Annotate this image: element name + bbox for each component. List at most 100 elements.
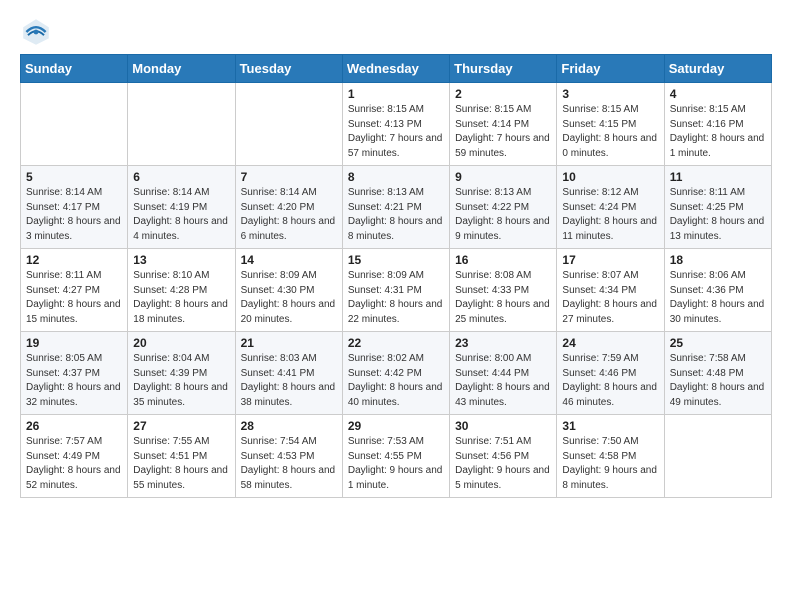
day-cell: 18 Sunrise: 8:06 AM Sunset: 4:36 PM Dayli… (664, 249, 771, 332)
day-number: 1 (348, 87, 444, 101)
day-number: 20 (133, 336, 229, 350)
weekday-tuesday: Tuesday (235, 55, 342, 83)
day-info: Sunrise: 8:00 AM Sunset: 4:44 PM Dayligh… (455, 352, 551, 410)
day-cell: 22 Sunrise: 8:02 AM Sunset: 4:42 PM Dayli… (342, 332, 449, 415)
day-cell: 23Sunrise: 8:00 AM Sunset: 4:44 PM Dayli… (450, 332, 557, 415)
day-number: 11 (670, 170, 766, 184)
day-number: 5 (26, 170, 122, 184)
day-cell: 25 Sunrise: 7:58 AM Sunset: 4:48 PM Dayli… (664, 332, 771, 415)
day-cell: 5 Sunrise: 8:14 AM Sunset: 4:17 PM Daylig… (21, 166, 128, 249)
day-number: 31 (562, 419, 658, 433)
day-number: 2 (455, 87, 551, 101)
day-cell: 10 Sunrise: 8:12 AM Sunset: 4:24 PM Dayli… (557, 166, 664, 249)
day-info: Sunrise: 8:04 AM Sunset: 4:39 PM Dayligh… (133, 352, 229, 410)
day-info: Sunrise: 8:09 AM Sunset: 4:30 PM Dayligh… (241, 269, 337, 327)
day-cell: 20 Sunrise: 8:04 AM Sunset: 4:39 PM Dayli… (128, 332, 235, 415)
day-cell: 9Sunrise: 8:13 AM Sunset: 4:22 PM Daylig… (450, 166, 557, 249)
day-number: 15 (348, 253, 444, 267)
day-number: 10 (562, 170, 658, 184)
day-number: 8 (348, 170, 444, 184)
day-cell (235, 83, 342, 166)
day-number: 22 (348, 336, 444, 350)
day-info: Sunrise: 8:15 AM Sunset: 4:15 PM Dayligh… (562, 103, 658, 161)
weekday-saturday: Saturday (664, 55, 771, 83)
day-info: Sunrise: 8:07 AM Sunset: 4:34 PM Dayligh… (562, 269, 658, 327)
day-info: Sunrise: 8:06 AM Sunset: 4:36 PM Dayligh… (670, 269, 766, 327)
day-cell: 21 Sunrise: 8:03 AM Sunset: 4:41 PM Dayli… (235, 332, 342, 415)
day-cell: 19 Sunrise: 8:05 AM Sunset: 4:37 PM Dayli… (21, 332, 128, 415)
day-cell: 31 Sunrise: 7:50 AM Sunset: 4:58 PM Dayli… (557, 415, 664, 498)
day-number: 19 (26, 336, 122, 350)
calendar-table: SundayMondayTuesdayWednesdayThursdayFrid… (20, 54, 772, 498)
day-number: 21 (241, 336, 337, 350)
day-cell: 3Sunrise: 8:15 AM Sunset: 4:15 PM Daylig… (557, 83, 664, 166)
day-number: 7 (241, 170, 337, 184)
day-info: Sunrise: 8:11 AM Sunset: 4:27 PM Dayligh… (26, 269, 122, 327)
day-info: Sunrise: 8:10 AM Sunset: 4:28 PM Dayligh… (133, 269, 229, 327)
weekday-thursday: Thursday (450, 55, 557, 83)
day-number: 17 (562, 253, 658, 267)
weekday-header-row: SundayMondayTuesdayWednesdayThursdayFrid… (21, 55, 772, 83)
day-cell: 8 Sunrise: 8:13 AM Sunset: 4:21 PM Daylig… (342, 166, 449, 249)
day-cell: 29Sunrise: 7:53 AM Sunset: 4:55 PM Dayli… (342, 415, 449, 498)
day-cell: 4 Sunrise: 8:15 AM Sunset: 4:16 PM Daylig… (664, 83, 771, 166)
day-number: 28 (241, 419, 337, 433)
day-number: 18 (670, 253, 766, 267)
day-number: 16 (455, 253, 551, 267)
day-cell: 13 Sunrise: 8:10 AM Sunset: 4:28 PM Dayli… (128, 249, 235, 332)
day-info: Sunrise: 8:05 AM Sunset: 4:37 PM Dayligh… (26, 352, 122, 410)
day-info: Sunrise: 8:08 AM Sunset: 4:33 PM Dayligh… (455, 269, 551, 327)
header (20, 16, 772, 48)
day-cell: 14 Sunrise: 8:09 AM Sunset: 4:30 PM Dayli… (235, 249, 342, 332)
day-number: 26 (26, 419, 122, 433)
day-number: 4 (670, 87, 766, 101)
day-cell: 24 Sunrise: 7:59 AM Sunset: 4:46 PM Dayli… (557, 332, 664, 415)
page: SundayMondayTuesdayWednesdayThursdayFrid… (0, 0, 792, 518)
weekday-wednesday: Wednesday (342, 55, 449, 83)
day-info: Sunrise: 7:54 AM Sunset: 4:53 PM Dayligh… (241, 435, 337, 493)
day-info: Sunrise: 7:50 AM Sunset: 4:58 PM Dayligh… (562, 435, 658, 493)
day-cell: 7 Sunrise: 8:14 AM Sunset: 4:20 PM Daylig… (235, 166, 342, 249)
logo-icon (20, 16, 52, 48)
day-info: Sunrise: 7:57 AM Sunset: 4:49 PM Dayligh… (26, 435, 122, 493)
day-cell: 6Sunrise: 8:14 AM Sunset: 4:19 PM Daylig… (128, 166, 235, 249)
day-number: 27 (133, 419, 229, 433)
week-row-1: 1 Sunrise: 8:15 AM Sunset: 4:13 PM Daylig… (21, 83, 772, 166)
day-cell: 12 Sunrise: 8:11 AM Sunset: 4:27 PM Dayli… (21, 249, 128, 332)
day-info: Sunrise: 8:12 AM Sunset: 4:24 PM Dayligh… (562, 186, 658, 244)
day-info: Sunrise: 7:55 AM Sunset: 4:51 PM Dayligh… (133, 435, 229, 493)
day-info: Sunrise: 8:15 AM Sunset: 4:16 PM Dayligh… (670, 103, 766, 161)
day-info: Sunrise: 7:59 AM Sunset: 4:46 PM Dayligh… (562, 352, 658, 410)
weekday-friday: Friday (557, 55, 664, 83)
day-cell: 15 Sunrise: 8:09 AM Sunset: 4:31 PM Dayli… (342, 249, 449, 332)
day-cell (128, 83, 235, 166)
day-cell: 27 Sunrise: 7:55 AM Sunset: 4:51 PM Dayli… (128, 415, 235, 498)
day-cell: 28 Sunrise: 7:54 AM Sunset: 4:53 PM Dayli… (235, 415, 342, 498)
day-number: 30 (455, 419, 551, 433)
day-number: 6 (133, 170, 229, 184)
day-cell: 26 Sunrise: 7:57 AM Sunset: 4:49 PM Dayli… (21, 415, 128, 498)
day-info: Sunrise: 7:58 AM Sunset: 4:48 PM Dayligh… (670, 352, 766, 410)
day-number: 24 (562, 336, 658, 350)
day-info: Sunrise: 8:11 AM Sunset: 4:25 PM Dayligh… (670, 186, 766, 244)
day-info: Sunrise: 8:15 AM Sunset: 4:14 PM Dayligh… (455, 103, 551, 161)
day-number: 9 (455, 170, 551, 184)
week-row-3: 12 Sunrise: 8:11 AM Sunset: 4:27 PM Dayli… (21, 249, 772, 332)
day-number: 12 (26, 253, 122, 267)
day-number: 25 (670, 336, 766, 350)
day-info: Sunrise: 8:14 AM Sunset: 4:17 PM Dayligh… (26, 186, 122, 244)
logo-area (20, 16, 56, 48)
week-row-5: 26 Sunrise: 7:57 AM Sunset: 4:49 PM Dayli… (21, 415, 772, 498)
day-info: Sunrise: 8:02 AM Sunset: 4:42 PM Dayligh… (348, 352, 444, 410)
day-cell: 17 Sunrise: 8:07 AM Sunset: 4:34 PM Dayli… (557, 249, 664, 332)
day-info: Sunrise: 8:13 AM Sunset: 4:21 PM Dayligh… (348, 186, 444, 244)
day-info: Sunrise: 8:03 AM Sunset: 4:41 PM Dayligh… (241, 352, 337, 410)
day-info: Sunrise: 8:09 AM Sunset: 4:31 PM Dayligh… (348, 269, 444, 327)
day-info: Sunrise: 8:15 AM Sunset: 4:13 PM Dayligh… (348, 103, 444, 161)
weekday-sunday: Sunday (21, 55, 128, 83)
day-info: Sunrise: 8:14 AM Sunset: 4:20 PM Dayligh… (241, 186, 337, 244)
weekday-monday: Monday (128, 55, 235, 83)
day-number: 13 (133, 253, 229, 267)
day-cell (21, 83, 128, 166)
day-number: 14 (241, 253, 337, 267)
